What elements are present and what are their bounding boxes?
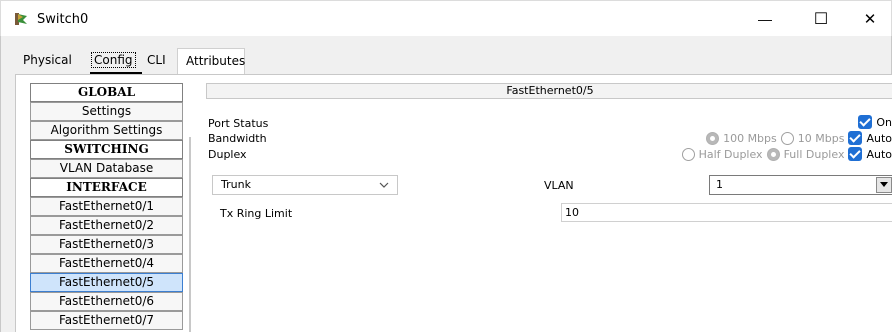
maximize-icon: ☐ — [813, 11, 829, 28]
window-client-area: Physical Config CLI Attributes GLOBAL Se… — [0, 36, 892, 332]
dropdown-arrow-icon[interactable] — [876, 177, 892, 193]
interface-title: FastEthernet0/5 — [206, 83, 892, 99]
port-status-options: On — [858, 115, 892, 129]
close-button[interactable]: ✕ — [847, 1, 892, 37]
bandwidth-options: 100 Mbps 10 Mbps Auto — [706, 131, 892, 145]
sidebar-item-fastethernet0-6[interactable]: FastEthernet0/6 — [30, 292, 183, 311]
interface-settings: FastEthernet0/5 Port Status Bandwidth Du… — [206, 83, 892, 332]
bandwidth-auto-label: Auto — [866, 131, 892, 145]
sidebar-item-vlan-database[interactable]: VLAN Database — [30, 159, 183, 178]
vlan-value: 1 — [716, 178, 723, 191]
tab-cli[interactable]: CLI — [139, 48, 177, 74]
sidebar-scrollbar[interactable] — [189, 137, 191, 332]
tab-config-label: Config — [91, 52, 136, 68]
tx-ring-limit-label: Tx Ring Limit — [220, 207, 293, 220]
sidebar-item-fastethernet0-7[interactable]: FastEthernet0/7 — [30, 311, 183, 330]
switch-app-icon — [15, 13, 27, 25]
port-mode-select[interactable]: Trunk — [212, 175, 398, 195]
bandwidth-10-label: 10 Mbps — [797, 131, 845, 145]
sidebar-item-settings[interactable]: Settings — [30, 102, 183, 121]
tab-physical[interactable]: Physical — [15, 48, 87, 74]
half-duplex-label: Half Duplex — [698, 147, 763, 161]
duplex-options: Half Duplex Full Duplex Auto — [681, 147, 892, 161]
window-title: Switch0 — [37, 12, 89, 27]
half-duplex-radio[interactable] — [681, 147, 695, 161]
port-status-on-label: On — [876, 115, 892, 129]
sidebar-item-fastethernet0-2[interactable]: FastEthernet0/2 — [30, 216, 183, 235]
maximize-button[interactable]: ☐ — [798, 1, 844, 37]
bandwidth-label: Bandwidth — [208, 132, 267, 145]
title-bar: Switch0 — ☐ ✕ — [0, 0, 892, 36]
sidebar: GLOBAL Settings Algorithm Settings SWITC… — [30, 83, 183, 330]
bandwidth-10-radio[interactable] — [780, 131, 794, 145]
tab-attributes[interactable]: Attributes — [177, 48, 245, 74]
duplex-label: Duplex — [208, 148, 247, 161]
vlan-label: VLAN — [544, 179, 574, 192]
close-icon: ✕ — [863, 11, 877, 28]
sidebar-header-global: GLOBAL — [30, 83, 183, 102]
sidebar-header-interface: INTERFACE — [30, 178, 183, 197]
minimize-icon: — — [758, 11, 772, 27]
tx-ring-limit-input[interactable]: 10 — [561, 203, 892, 222]
port-status-checkbox[interactable] — [858, 115, 873, 129]
sidebar-item-fastethernet0-3[interactable]: FastEthernet0/3 — [30, 235, 183, 254]
tab-config[interactable]: Config — [87, 48, 139, 74]
chevron-down-icon — [379, 178, 389, 196]
duplex-auto-checkbox[interactable] — [848, 147, 863, 161]
sidebar-item-fastethernet0-5[interactable]: FastEthernet0/5 — [30, 273, 183, 292]
port-status-label: Port Status — [208, 117, 269, 130]
tab-strip: Physical Config CLI Attributes — [15, 48, 245, 74]
minimize-button[interactable]: — — [742, 1, 788, 37]
config-panel: GLOBAL Settings Algorithm Settings SWITC… — [15, 74, 892, 332]
vlan-combobox[interactable]: 1 — [709, 175, 892, 195]
duplex-auto-label: Auto — [866, 147, 892, 161]
bandwidth-auto-checkbox[interactable] — [848, 131, 863, 145]
port-mode-value: Trunk — [221, 178, 251, 191]
bandwidth-100-radio[interactable] — [706, 131, 720, 145]
sidebar-header-switching: SWITCHING — [30, 140, 183, 159]
sidebar-item-algorithm-settings[interactable]: Algorithm Settings — [30, 121, 183, 140]
sidebar-item-fastethernet0-1[interactable]: FastEthernet0/1 — [30, 197, 183, 216]
bandwidth-100-label: 100 Mbps — [723, 131, 777, 145]
sidebar-item-fastethernet0-4[interactable]: FastEthernet0/4 — [30, 254, 183, 273]
full-duplex-radio[interactable] — [766, 147, 780, 161]
full-duplex-label: Full Duplex — [783, 147, 845, 161]
